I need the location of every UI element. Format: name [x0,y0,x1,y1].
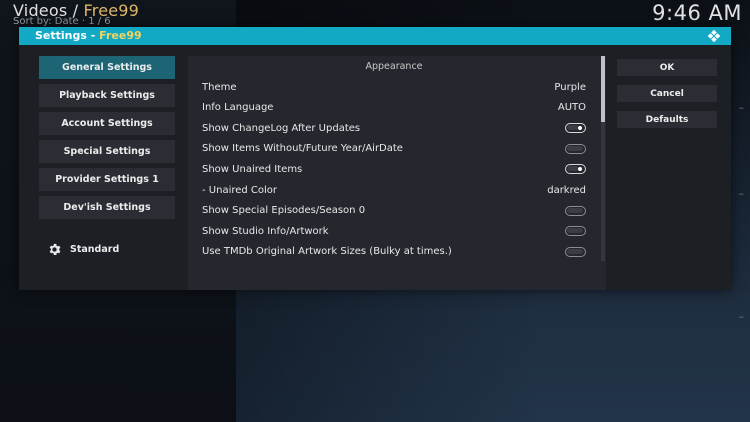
toggle-knob [568,208,573,213]
category-general-settings[interactable]: General Settings [39,56,175,79]
setting-row[interactable]: Show Studio Info/Artwork [188,221,600,241]
toggle-knob [568,228,573,233]
kodi-logo-icon [707,29,721,43]
settings-scrollbar[interactable] [601,56,605,261]
dialog-title: Settings - Free99 [35,29,142,42]
category-provider-settings-1[interactable]: Provider Settings 1 [39,168,175,191]
setting-label: - Unaired Color [202,184,278,196]
setting-label: Theme [202,81,237,93]
gear-icon [49,243,61,255]
setting-value: AUTO [557,102,586,114]
cancel-button[interactable]: Cancel [617,85,717,102]
category-label: Account Settings [61,118,153,129]
category-special-settings[interactable]: Special Settings [39,140,175,163]
category-label: Playback Settings [59,90,155,101]
settings-dialog: Settings - Free99 General Settings Playb… [19,27,731,290]
setting-label: Show Items Without/Future Year/AirDate [202,143,403,155]
setting-value: Purple [554,81,586,93]
toggle-knob [568,146,573,151]
setting-toggle[interactable] [565,143,586,154]
category-label: Provider Settings 1 [55,174,159,185]
setting-toggle[interactable] [565,205,586,216]
defaults-button[interactable]: Defaults [617,111,717,128]
sort-info: Sort by: Date · 1 / 6 [13,16,111,27]
edge-marker-icon: – [738,310,745,323]
scrollbar-thumb[interactable] [601,56,605,122]
category-menu: General Settings Playback Settings Accou… [39,56,175,224]
ok-button[interactable]: OK [617,59,717,76]
section-heading: Appearance [365,61,423,72]
toggle-knob [577,125,582,131]
setting-row[interactable]: Show Unaired Items [188,159,600,179]
category-label: General Settings [62,62,152,73]
category-devish-settings[interactable]: Dev'ish Settings [39,196,175,219]
category-label: Special Settings [63,146,151,157]
toggle-knob [577,166,582,172]
setting-label: Use TMDb Original Artwork Sizes (Bulky a… [202,246,452,258]
setting-toggle[interactable] [565,123,586,134]
setting-label: Show Special Episodes/Season 0 [202,205,366,217]
edge-marker-icon: – [738,101,745,114]
setting-row[interactable]: Show Items Without/Future Year/AirDate [188,139,600,159]
setting-toggle[interactable] [565,226,586,237]
toggle-knob [568,249,573,254]
category-playback-settings[interactable]: Playback Settings [39,84,175,107]
setting-label: Info Language [202,102,274,114]
setting-toggle[interactable] [565,164,586,175]
dialog-header: Settings - Free99 [19,27,731,45]
setting-toggle[interactable] [565,246,586,257]
setting-row[interactable]: Info Language AUTO [188,98,600,118]
setting-row[interactable]: Show ChangeLog After Updates [188,118,600,138]
setting-label: Show Unaired Items [202,163,303,175]
dialog-actions: OK Cancel Defaults [617,59,717,137]
setting-row[interactable]: Use TMDb Original Artwork Sizes (Bulky a… [188,242,600,262]
setting-row[interactable]: - Unaired Color darkred [188,180,600,200]
category-label: Dev'ish Settings [63,202,151,213]
setting-value: darkred [547,184,586,196]
edge-marker-icon: – [738,187,745,200]
setting-label: Show ChangeLog After Updates [202,122,361,134]
settings-level-label: Standard [70,244,120,255]
setting-label: Show Studio Info/Artwork [202,225,329,237]
settings-level-button[interactable]: Standard [47,242,119,257]
setting-row[interactable]: Theme Purple [188,77,600,97]
settings-list: Appearance Theme Purple Info Language AUTO S… [188,56,606,290]
clock: 9:46 AM [652,1,742,25]
category-account-settings[interactable]: Account Settings [39,112,175,135]
setting-row[interactable]: Show Special Episodes/Season 0 [188,201,600,221]
